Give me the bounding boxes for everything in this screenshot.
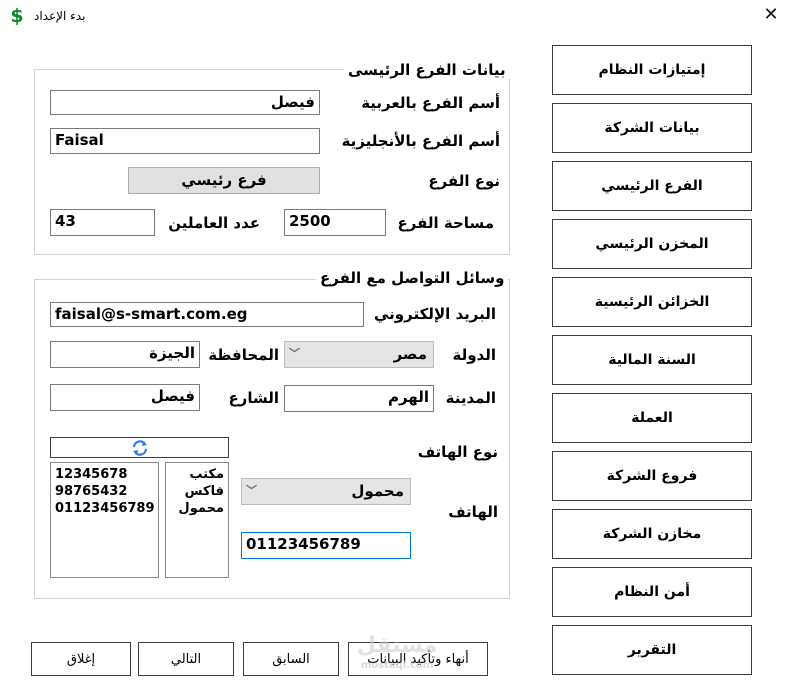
phone-types-list[interactable]: مكتب فاكس محمول (165, 462, 229, 578)
phone-type-select[interactable]: محمول ﹀ (241, 478, 411, 505)
city-field[interactable]: الهرم (284, 385, 434, 412)
email-field[interactable]: faisal@s-smart.com.eg (50, 302, 364, 327)
phone-type-label: نوع الهاتف (417, 443, 498, 461)
branch-area-field[interactable]: 2500 (284, 209, 386, 236)
phone-type-value: محمول (351, 482, 404, 500)
governorate-label: المحافظة (208, 346, 279, 364)
branch-type-label: نوع الفرع (428, 172, 500, 190)
nav-main-warehouse[interactable]: المخزن الرئيسي (552, 219, 752, 269)
street-label: الشارع (228, 389, 279, 407)
phone-field[interactable]: 01123456789 (241, 532, 411, 559)
watermark: مستقل mostaql.com (352, 632, 442, 680)
list-item[interactable]: 98765432 (55, 483, 154, 500)
list-item[interactable]: محمول (170, 500, 224, 517)
nav-main-treasuries[interactable]: الخزائن الرئيسية (552, 277, 752, 327)
workers-count-field[interactable]: 43 (50, 209, 155, 236)
phone-numbers-list[interactable]: 12345678 98765432 01123456789 (50, 462, 159, 578)
refresh-phones-button[interactable] (50, 437, 229, 458)
governorate-field[interactable]: الجيزة (50, 341, 200, 368)
nav-currency[interactable]: العملة (552, 393, 752, 443)
city-label: المدينة (445, 389, 496, 407)
next-button[interactable]: التالي (138, 642, 234, 676)
nav-company-branches[interactable]: فروع الشركة (552, 451, 752, 501)
branch-area-label: مساحة الفرع (397, 214, 494, 232)
previous-button[interactable]: السابق (243, 642, 339, 676)
nav-system-security[interactable]: أمن النظام (552, 567, 752, 617)
window-title: بدء الإعداد (34, 9, 86, 23)
chevron-down-icon: ﹀ (246, 484, 257, 497)
contact-group-title: وسائل التواصل مع الفرع (316, 269, 509, 287)
title-bar: $ بدء الإعداد ✕ (0, 0, 786, 32)
close-window-button[interactable]: ✕ (760, 4, 782, 26)
nav-main-branch[interactable]: الفرع الرئيسي (552, 161, 752, 211)
nav-report[interactable]: التقرير (552, 625, 752, 675)
watermark-text: مستقل (356, 633, 438, 658)
list-item[interactable]: 01123456789 (55, 500, 155, 517)
branch-type-button[interactable]: فرع رئيسي (128, 167, 320, 194)
list-item[interactable]: مكتب (170, 466, 224, 483)
email-label: البريد الإلكتروني (374, 305, 496, 323)
phone-label: الهاتف (448, 503, 498, 521)
nav-system-privileges[interactable]: إمتيازات النظام (552, 45, 752, 95)
refresh-icon (132, 440, 148, 456)
branch-name-ar-field[interactable]: فيصل (50, 90, 320, 115)
country-label: الدولة (452, 346, 497, 364)
close-button[interactable]: إغلاق (31, 642, 131, 676)
nav-fiscal-year[interactable]: السنة المالية (552, 335, 752, 385)
list-item[interactable]: 12345678 (55, 466, 154, 483)
watermark-subtext: mostaql.com (360, 660, 434, 671)
branch-group-title: بيانات الفرع الرئيسى (344, 61, 510, 79)
country-value: مصر (393, 345, 427, 363)
workers-count-label: عدد العاملين (168, 214, 260, 232)
nav-company-data[interactable]: بيانات الشركة (552, 103, 752, 153)
street-field[interactable]: فيصل (50, 384, 200, 411)
branch-name-ar-label: أسم الفرع بالعربية (361, 94, 500, 112)
chevron-down-icon: ﹀ (289, 347, 300, 360)
branch-name-en-field[interactable]: Faisal (50, 128, 320, 154)
app-dollar-icon: $ (10, 5, 24, 27)
branch-name-en-label: أسم الفرع بالأنجليزية (341, 132, 500, 150)
list-item[interactable]: فاكس (170, 483, 224, 500)
nav-company-warehouses[interactable]: مخازن الشركة (552, 509, 752, 559)
country-select[interactable]: مصر ﹀ (284, 341, 434, 368)
